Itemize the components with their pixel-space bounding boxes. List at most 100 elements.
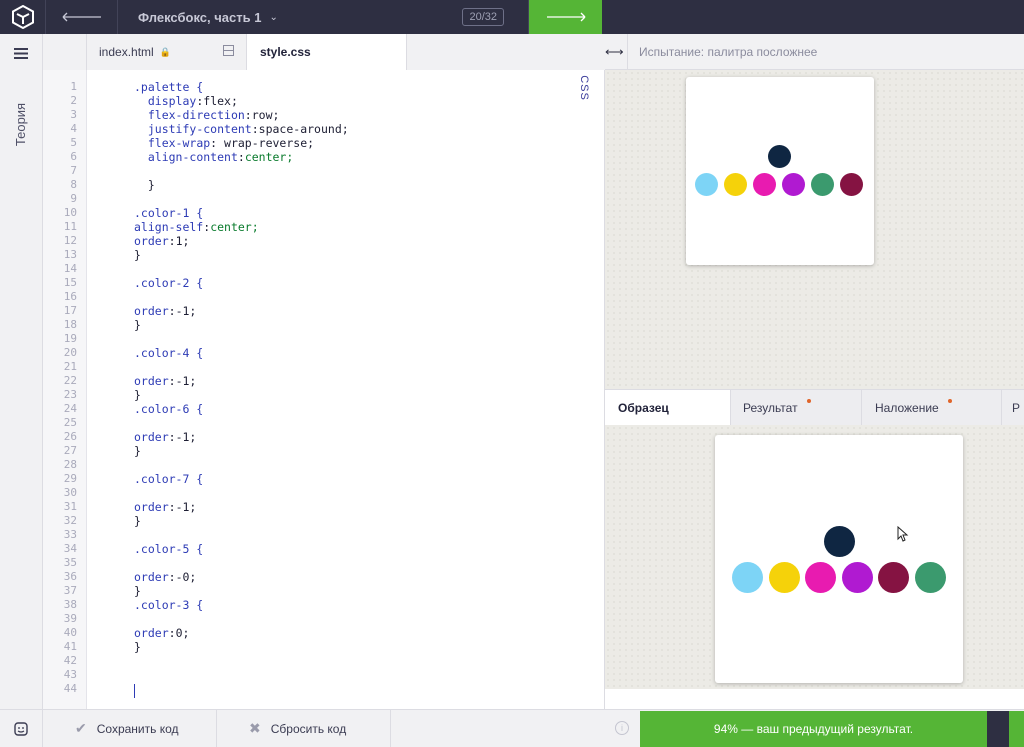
result-palette-card: [686, 77, 874, 265]
line-number: 3: [70, 108, 77, 121]
line-number: 23: [63, 388, 77, 401]
preview-title: Испытание: палитра посложнее: [627, 33, 817, 70]
line-number: 20: [63, 346, 77, 359]
code-line: flex-wrap: wrap-reverse;: [147, 136, 315, 150]
code-line: .color-3 {: [134, 598, 204, 612]
line-number: 34: [63, 542, 77, 555]
line-number: 32: [63, 514, 77, 527]
line-number: 8: [70, 178, 77, 191]
line-number: 26: [63, 430, 77, 443]
change-marker: [948, 399, 952, 403]
tab-style-css[interactable]: style.css: [247, 34, 407, 70]
line-number: 39: [63, 612, 77, 625]
line-number: 17: [63, 304, 77, 317]
tab-result[interactable]: Результат: [731, 390, 862, 426]
code-line: order:0;: [134, 626, 190, 640]
tab-label: Образец: [618, 401, 669, 415]
language-badge: CSS: [578, 75, 591, 101]
line-number: 31: [63, 500, 77, 513]
line-number: 1: [70, 80, 77, 93]
next-step-button[interactable]: [529, 0, 602, 34]
info-icon[interactable]: i: [615, 721, 629, 735]
code-line: flex-direction:row;: [147, 108, 280, 122]
line-number: 27: [63, 444, 77, 457]
previous-result-text: 94% — ваш предыдущий результат.: [713, 722, 914, 736]
left-rail: Теория: [0, 34, 43, 709]
top-bar: Флексбокс, часть 1 ⌄ 20/32: [0, 0, 1024, 34]
preview-panel: ⟷ Испытание: палитра посложнее Образец Р…: [605, 33, 1024, 709]
line-number: 12: [63, 234, 77, 247]
palette-dot: [782, 173, 805, 196]
code-editor: index.html 🔒 style.css 1 2 3 4 5 6 7 8 9 10 11 12 13…: [43, 34, 605, 709]
previous-step-button[interactable]: [46, 0, 118, 34]
palette-dot: [914, 562, 946, 593]
course-selector[interactable]: Флексбокс, часть 1 ⌄ 20/32: [118, 0, 529, 34]
tab-index-html[interactable]: index.html 🔒: [87, 34, 247, 70]
tab-label: style.css: [260, 45, 311, 59]
tab-more[interactable]: Р: [1002, 390, 1024, 426]
chevron-down-icon: ⌄: [269, 11, 278, 23]
line-number: 25: [63, 416, 77, 429]
tab-overlay[interactable]: Наложение: [862, 390, 1002, 426]
preview-tabs: Образец Результат Наложение Р: [605, 389, 1024, 426]
change-marker: [807, 399, 811, 403]
code-line: .palette {: [134, 80, 204, 94]
code-line: .color-5 {: [134, 542, 204, 556]
keyboard-icon[interactable]: [0, 710, 43, 747]
result-footer: i 94% — ваш предыдущий результат.: [605, 709, 1024, 747]
save-code-label: Сохранить код: [96, 721, 179, 736]
theory-label: Теория: [13, 102, 29, 146]
line-number: 5: [70, 136, 77, 149]
reset-code-button[interactable]: ✖ Сбросить код: [217, 710, 391, 747]
tab-label: Наложение: [875, 401, 939, 415]
split-view-icon[interactable]: [223, 45, 234, 56]
palette-dot: [840, 173, 863, 196]
palette-dot: [768, 562, 800, 593]
line-number: 4: [70, 122, 77, 135]
step-counter: 20/32: [462, 8, 504, 26]
tab-sample[interactable]: Образец: [605, 390, 731, 426]
result-check-button[interactable]: [1009, 711, 1024, 747]
code-area[interactable]: CSS .palette { display:flex; flex-direct…: [87, 70, 605, 709]
theory-tab[interactable]: Теория: [8, 84, 34, 164]
hamburger-icon[interactable]: [14, 46, 28, 64]
code-line: .color-7 {: [134, 472, 204, 486]
course-title: Флексбокс, часть 1: [138, 9, 262, 25]
editor-footer: ✔ Сохранить код ✖ Сбросить код: [0, 709, 605, 747]
line-number: 15: [63, 276, 77, 289]
result-preview: [605, 70, 1024, 390]
tab-label: index.html: [99, 45, 154, 59]
palette-dot: [753, 173, 776, 196]
palette-dot: [724, 173, 747, 196]
line-number: 6: [70, 150, 77, 163]
code-line: }: [134, 178, 155, 192]
line-number: 18: [63, 318, 77, 331]
arrow-left-icon: [62, 12, 101, 22]
code-line: }: [134, 514, 141, 528]
line-number: 10: [63, 206, 77, 219]
line-number: 43: [63, 668, 77, 681]
code-line: .color-2 {: [134, 276, 204, 290]
code-line: order:-0;: [134, 570, 197, 584]
code-line: align-content:center;: [147, 150, 294, 164]
line-number: 21: [63, 360, 77, 373]
line-number: 2: [70, 94, 77, 107]
reset-code-label: Сбросить код: [270, 721, 347, 736]
previous-result-bar[interactable]: 94% — ваш предыдущий результат.: [640, 711, 987, 747]
close-icon: ✖: [249, 720, 261, 736]
palette-dot: [824, 526, 855, 557]
code-line: .color-1 {: [134, 206, 204, 220]
line-number: 14: [63, 262, 77, 275]
line-number: 30: [63, 486, 77, 499]
cube-logo-icon[interactable]: [0, 0, 46, 34]
save-code-button[interactable]: ✔ Сохранить код: [43, 710, 217, 747]
line-number: 37: [63, 584, 77, 597]
line-number: 40: [63, 626, 77, 639]
code-line: }: [134, 584, 141, 598]
palette-dot: [695, 173, 718, 196]
sample-preview: [605, 425, 1024, 689]
code-line: }: [134, 318, 141, 332]
line-number: 24: [63, 402, 77, 415]
resize-icon[interactable]: ⟷: [605, 44, 624, 60]
line-number: 16: [63, 290, 77, 303]
